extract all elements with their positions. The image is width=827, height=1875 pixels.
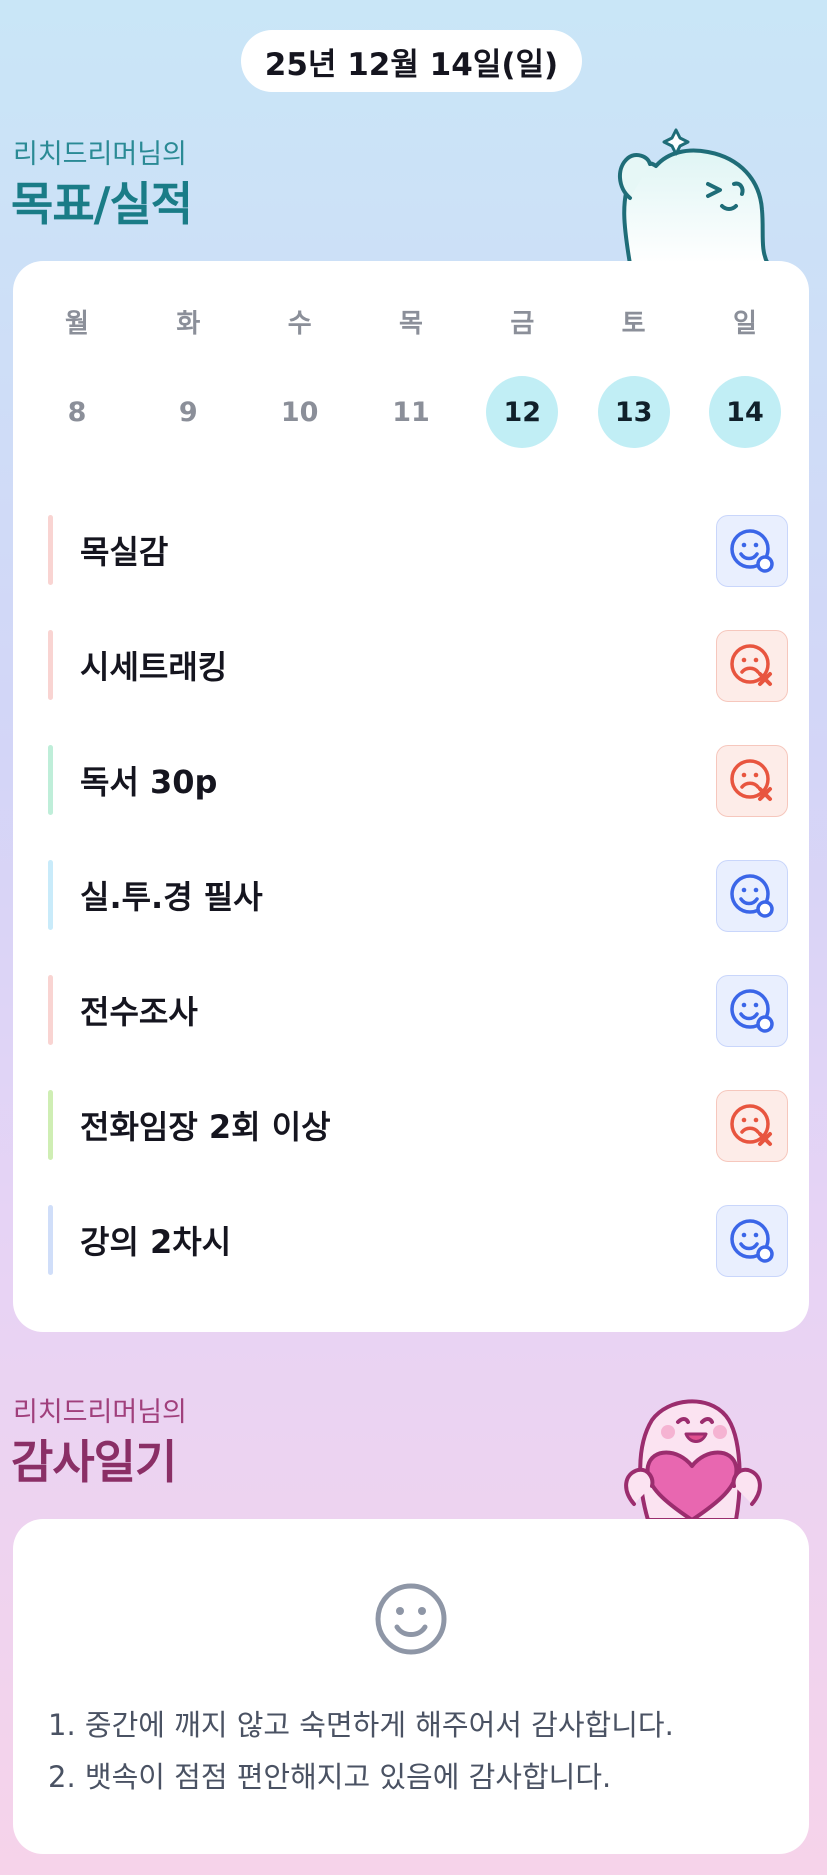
weekday-label: 토 <box>621 309 646 339</box>
goals-card: 월 화 수 목 금 토 일 8 9 10 11 12 13 14 목실감시세트래… <box>13 261 809 1332</box>
goal-item[interactable]: 실.투.경 필사 <box>48 837 788 952</box>
goal-list: 목실감시세트래킹독서 30p 실.투.경 필사전수조사전화임장 2회 이상강의 2… <box>48 492 788 1297</box>
weekday-label: 월 <box>65 309 89 339</box>
goals-title: 목표/실적 <box>11 177 193 231</box>
goal-accent-bar <box>48 1090 53 1160</box>
goal-item[interactable]: 독서 30p <box>48 722 788 837</box>
gratitude-entry: 1. 중간에 깨지 않고 숙면하게 해주어서 감사합니다. <box>48 1708 674 1742</box>
gratitude-title: 감사일기 <box>11 1435 177 1489</box>
sad-x-icon <box>727 1101 777 1151</box>
weekday-label: 금 <box>510 309 535 339</box>
date-9[interactable]: 9 <box>152 376 224 448</box>
goal-accent-bar <box>48 975 53 1045</box>
goal-item[interactable]: 전화임장 2회 이상 <box>48 1067 788 1182</box>
goal-accent-bar <box>48 630 53 700</box>
goal-name: 강의 2차시 <box>80 1222 232 1261</box>
goal-item[interactable]: 목실감 <box>48 492 788 607</box>
status-failed-button[interactable] <box>716 745 788 817</box>
status-failed-button[interactable] <box>716 630 788 702</box>
weekday-row: 월 화 수 목 금 토 일 <box>41 303 781 340</box>
goals-subtitle: 리치드리머님의 <box>13 139 187 170</box>
smile-check-icon <box>727 1216 777 1266</box>
goal-name: 독서 30p <box>80 762 218 801</box>
goal-item[interactable]: 전수조사 <box>48 952 788 1067</box>
goal-name: 전수조사 <box>80 992 198 1031</box>
gratitude-subtitle: 리치드리머님의 <box>13 1397 187 1428</box>
status-failed-button[interactable] <box>716 1090 788 1162</box>
smile-check-icon <box>727 986 777 1036</box>
gratitude-card: 1. 중간에 깨지 않고 숙면하게 해주어서 감사합니다. 2. 뱃속이 점점 … <box>13 1519 809 1854</box>
weekday-label: 수 <box>287 309 312 339</box>
goal-name: 실.투.경 필사 <box>80 877 263 916</box>
goal-item[interactable]: 강의 2차시 <box>48 1182 788 1297</box>
smile-check-icon <box>727 871 777 921</box>
date-display[interactable]: 25년 12월 14일(일) <box>241 30 582 92</box>
goal-item[interactable]: 시세트래킹 <box>48 607 788 722</box>
date-12[interactable]: 12 <box>486 376 559 448</box>
weekday-label: 화 <box>176 309 201 339</box>
sad-x-icon <box>727 641 777 691</box>
date-14[interactable]: 14 <box>708 376 781 448</box>
status-done-button[interactable] <box>716 860 788 932</box>
gratitude-entry: 2. 뱃속이 점점 편안해지고 있음에 감사합니다. <box>48 1760 612 1794</box>
goal-accent-bar <box>48 1205 53 1275</box>
smile-face-icon <box>375 1583 447 1655</box>
smile-check-icon <box>727 526 777 576</box>
status-done-button[interactable] <box>716 1205 788 1277</box>
goal-name: 전화임장 2회 이상 <box>80 1107 331 1146</box>
date-13[interactable]: 13 <box>597 376 670 448</box>
date-8[interactable]: 8 <box>41 376 113 448</box>
date-row: 8 9 10 11 12 13 14 <box>41 376 781 448</box>
status-done-button[interactable] <box>716 975 788 1047</box>
sad-x-icon <box>727 756 777 806</box>
gratitude-entries: 1. 중간에 깨지 않고 숙면하게 해주어서 감사합니다. 2. 뱃속이 점점 … <box>48 1699 674 1803</box>
teal-mascot-icon <box>618 128 770 264</box>
pink-mascot-icon <box>624 1399 762 1520</box>
goal-accent-bar <box>48 515 53 585</box>
goal-name: 목실감 <box>80 532 169 571</box>
goal-name: 시세트래킹 <box>80 647 228 686</box>
goal-accent-bar <box>48 860 53 930</box>
weekday-label: 목 <box>399 309 423 339</box>
week-calendar: 월 화 수 목 금 토 일 8 9 10 11 12 13 14 <box>41 303 781 448</box>
date-11[interactable]: 11 <box>375 376 447 448</box>
status-done-button[interactable] <box>716 515 788 587</box>
goal-accent-bar <box>48 745 53 815</box>
weekday-label: 일 <box>733 309 757 339</box>
date-10[interactable]: 10 <box>264 376 336 448</box>
